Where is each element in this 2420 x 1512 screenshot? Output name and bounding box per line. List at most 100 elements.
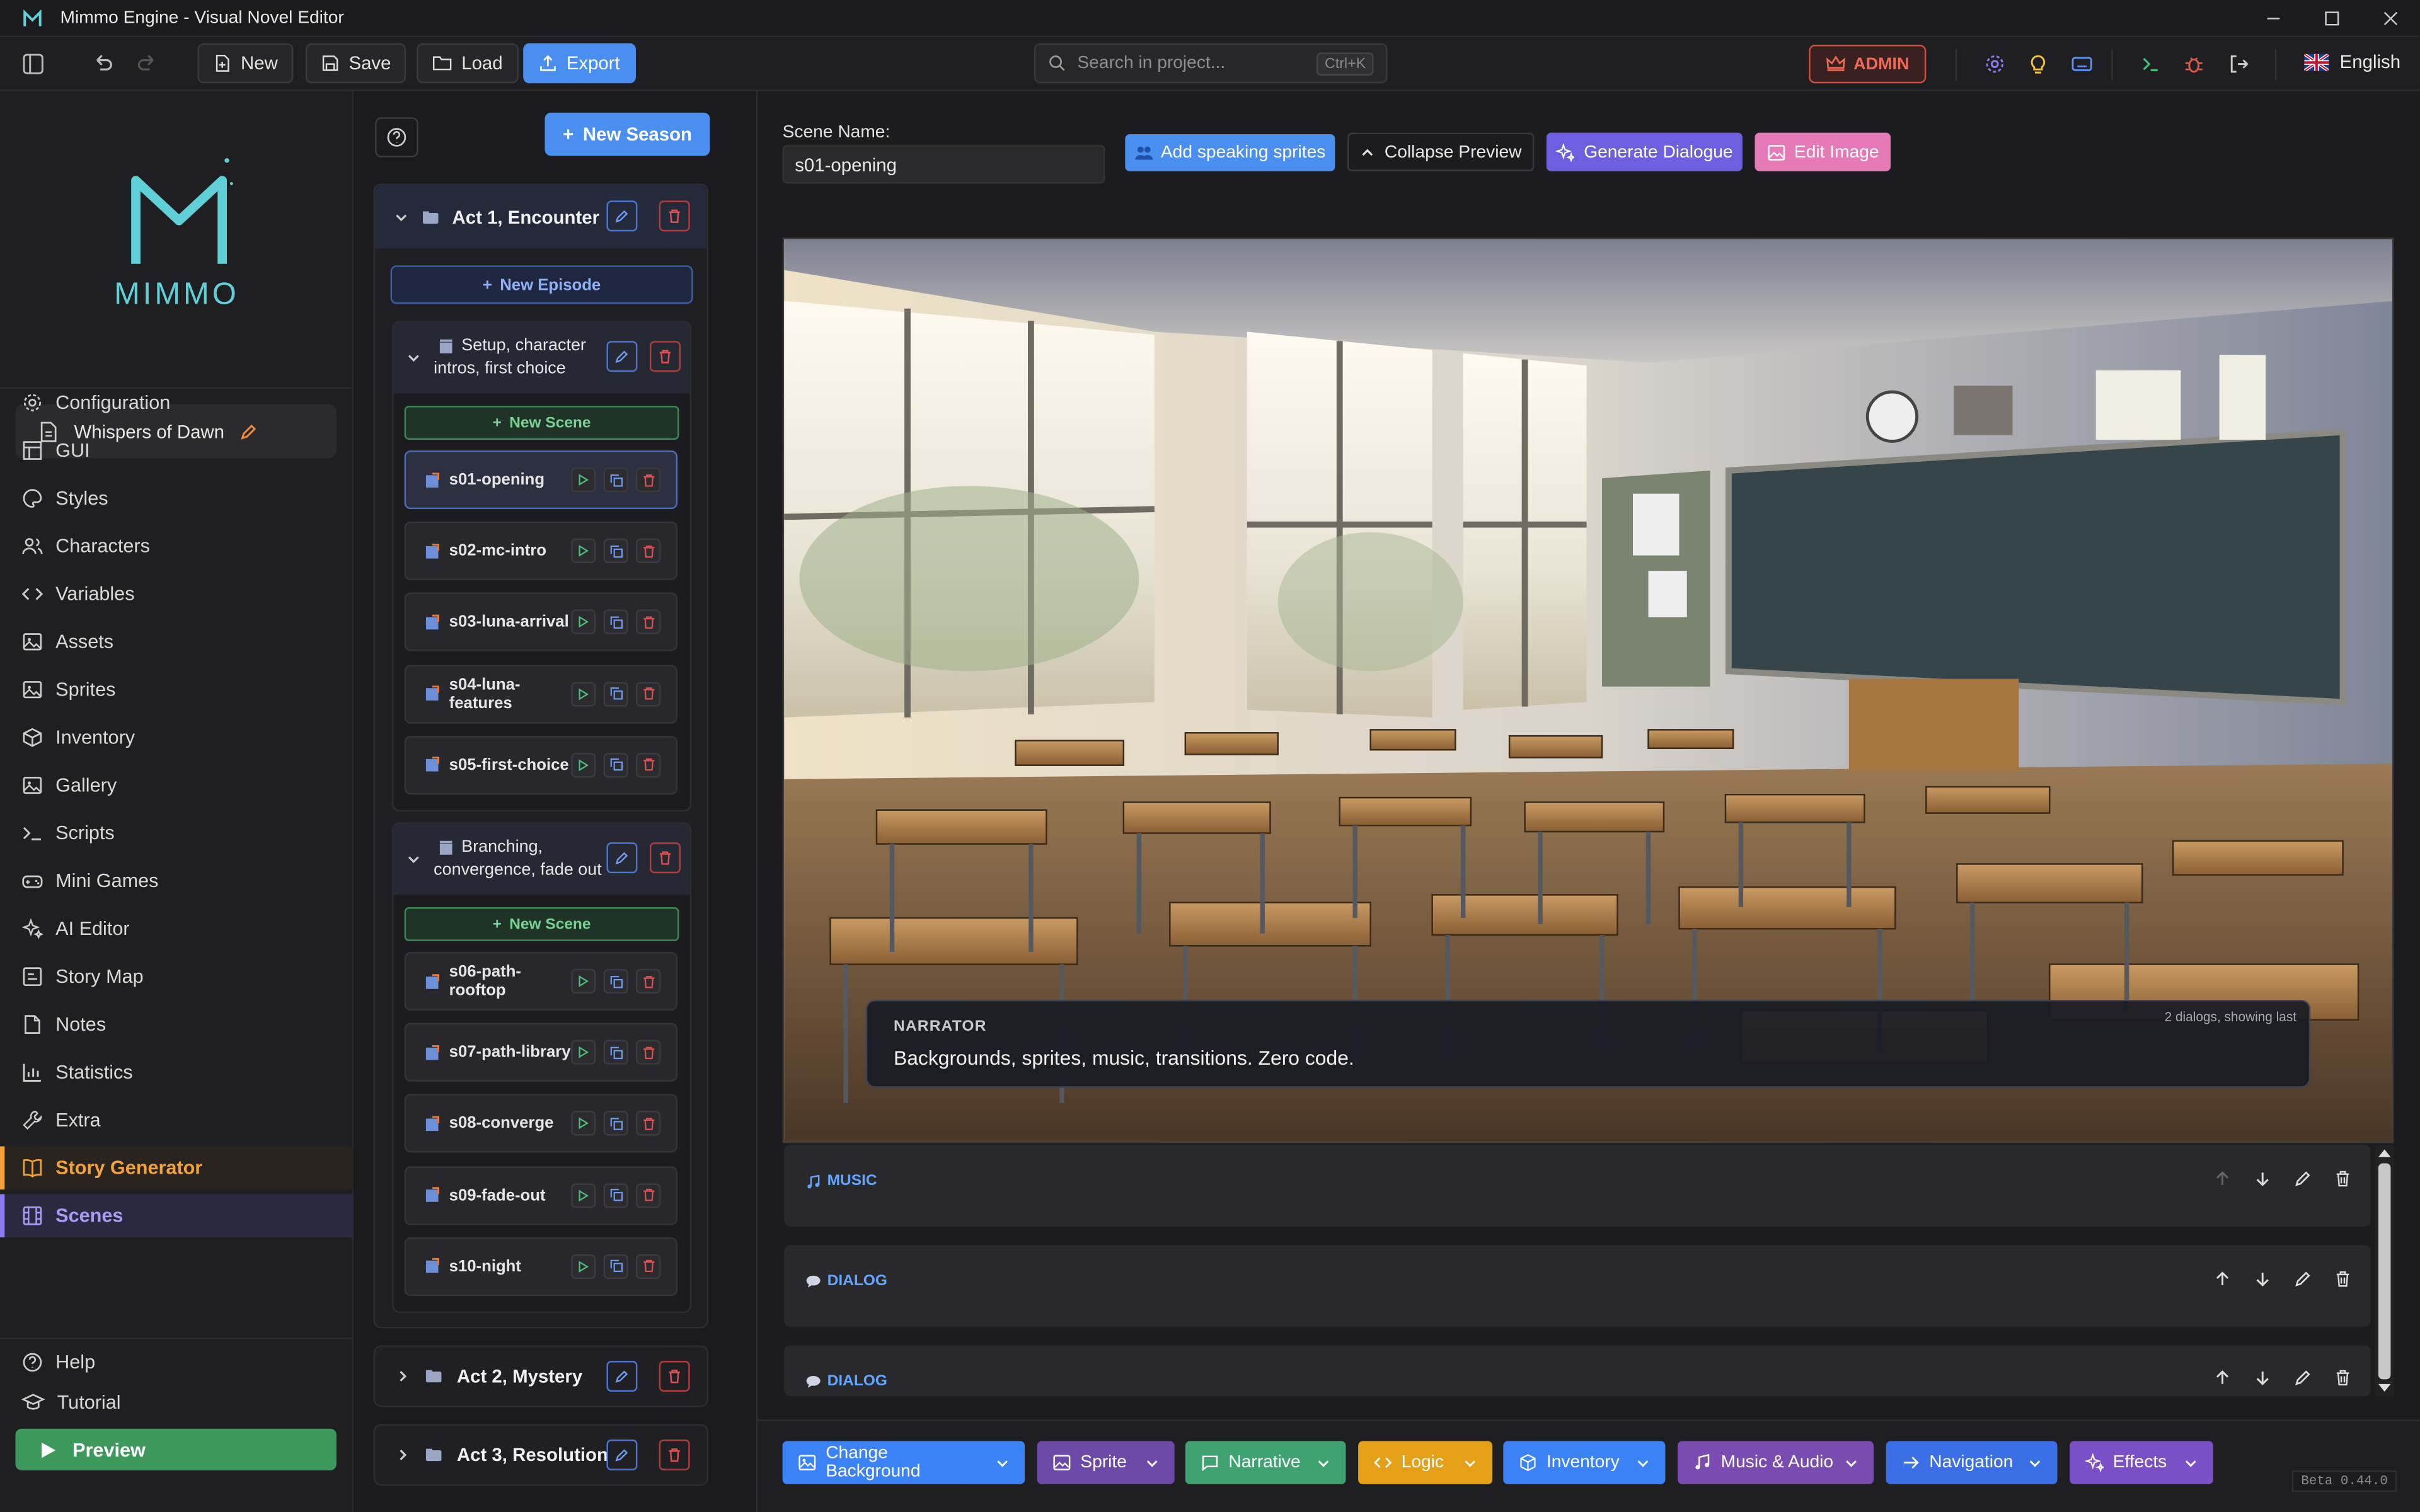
act-card-collapsed[interactable]: Act 2, Mystery [373, 1345, 709, 1407]
duplicate-scene-button[interactable] [603, 1183, 628, 1208]
narrative-menu-button[interactable]: Narrative [1185, 1441, 1346, 1484]
delete-scene-button[interactable] [635, 968, 661, 994]
trash-icon[interactable] [2334, 1270, 2352, 1288]
play-scene-button[interactable] [571, 681, 596, 706]
delete-episode-button[interactable] [650, 842, 681, 874]
delete-scene-button[interactable] [635, 1040, 661, 1065]
duplicate-scene-button[interactable] [603, 752, 628, 777]
navigation-menu-button[interactable]: Navigation [1886, 1441, 2058, 1484]
save-button[interactable]: Save [305, 43, 406, 84]
scene-item[interactable]: s05-first-choice [404, 735, 678, 794]
new-season-button[interactable]: + New Season [544, 112, 710, 156]
sidebar-item-story-map[interactable]: Story Map [0, 955, 354, 999]
play-scene-button[interactable] [571, 610, 596, 635]
scene-item[interactable]: s04-luna-features [404, 664, 678, 723]
export-button[interactable]: Export [523, 43, 636, 84]
delete-episode-button[interactable] [650, 341, 681, 372]
scene-item[interactable]: s02-mc-intro [404, 522, 678, 581]
minimize-icon[interactable] [2264, 9, 2283, 28]
lightbulb-icon[interactable] [2028, 54, 2048, 74]
sidebar-item-sprites[interactable]: Sprites [0, 668, 354, 711]
preview-button[interactable]: Preview [15, 1428, 337, 1470]
new-scene-button[interactable]: + New Scene [404, 907, 679, 941]
inventory-menu-button[interactable]: Inventory [1503, 1441, 1666, 1484]
delete-scene-button[interactable] [635, 681, 661, 706]
search-box[interactable]: Search in project... Ctrl+K [1034, 43, 1388, 84]
play-scene-button[interactable] [571, 1254, 596, 1279]
duplicate-scene-button[interactable] [603, 539, 628, 564]
sidebar-item-mini-games[interactable]: Mini Games [0, 859, 354, 903]
delete-scene-button[interactable] [635, 1183, 661, 1208]
sprite-menu-button[interactable]: Sprite [1037, 1441, 1175, 1484]
play-scene-button[interactable] [571, 539, 596, 564]
delete-act-button[interactable] [659, 1439, 690, 1470]
undo-icon[interactable] [91, 52, 114, 76]
episode-header[interactable]: Branching, convergence, fade out [393, 823, 690, 895]
delete-scene-button[interactable] [635, 610, 661, 635]
act-header[interactable]: Act 1, Encounter [375, 185, 707, 249]
edit-episode-button[interactable] [606, 341, 638, 372]
script-block[interactable]: DIALOG [784, 1345, 2371, 1397]
generate-dialogue-button[interactable]: Generate Dialogue [1546, 132, 1743, 171]
terminal-icon[interactable] [2141, 54, 2161, 74]
move-down-icon[interactable] [2254, 1368, 2272, 1387]
scene-item[interactable]: s09-fade-out [404, 1166, 678, 1225]
add-speaking-sprites-button[interactable]: Add speaking sprites [1125, 134, 1335, 171]
move-down-icon[interactable] [2254, 1270, 2272, 1288]
search-input[interactable]: Search in project... [1077, 54, 1306, 72]
edit-icon[interactable] [2293, 1169, 2312, 1188]
play-scene-button[interactable] [571, 467, 596, 493]
maximize-icon[interactable] [2323, 9, 2341, 28]
play-scene-button[interactable] [571, 1183, 596, 1208]
sidebar-item-statistics[interactable]: Statistics [0, 1051, 354, 1094]
sidebar-item-notes[interactable]: Notes [0, 1003, 354, 1046]
admin-badge[interactable]: ADMIN [1809, 45, 1927, 84]
language-selector[interactable]: English [2304, 51, 2400, 72]
sidebar-item-inventory[interactable]: Inventory [0, 716, 354, 759]
settings-icon[interactable] [1985, 54, 2005, 74]
play-scene-button[interactable] [571, 1040, 596, 1065]
play-scene-button[interactable] [571, 1111, 596, 1137]
scene-item[interactable]: s06-path-rooftop [404, 952, 678, 1011]
edit-image-button[interactable]: Edit Image [1754, 132, 1891, 171]
blocks-scrollbar[interactable] [2375, 1145, 2394, 1397]
scene-name-input[interactable]: s01-opening [782, 145, 1105, 184]
edit-act-button[interactable] [606, 200, 638, 232]
move-down-icon[interactable] [2254, 1169, 2272, 1188]
sidebar-item-gui[interactable]: GUI [0, 429, 354, 472]
scrollbar-thumb[interactable] [2378, 1163, 2391, 1380]
close-icon[interactable] [2382, 9, 2400, 28]
duplicate-scene-button[interactable] [603, 968, 628, 994]
delete-act-button[interactable] [659, 200, 690, 232]
edit-icon[interactable] [2293, 1270, 2312, 1288]
change-background-menu-button[interactable]: Change Background [782, 1441, 1025, 1484]
sidebar-item-tutorial[interactable]: Tutorial [0, 1381, 354, 1424]
move-up-icon[interactable] [2213, 1270, 2232, 1288]
sidebar-item-characters[interactable]: Characters [0, 525, 354, 568]
edit-episode-button[interactable] [606, 842, 638, 874]
sidebar-item-variables[interactable]: Variables [0, 573, 354, 616]
act-card-collapsed[interactable]: Act 3, Resolution [373, 1424, 709, 1486]
trash-icon[interactable] [2334, 1368, 2352, 1387]
script-block[interactable]: DIALOG [784, 1245, 2371, 1327]
sidebar-item-scripts[interactable]: Scripts [0, 811, 354, 855]
edit-icon[interactable] [2293, 1368, 2312, 1387]
sidebar-item-styles[interactable]: Styles [0, 477, 354, 520]
scroll-up-icon[interactable] [2378, 1148, 2391, 1157]
duplicate-scene-button[interactable] [603, 681, 628, 706]
scroll-down-icon[interactable] [2378, 1383, 2391, 1394]
scene-item[interactable]: s07-path-library [404, 1023, 678, 1082]
keyboard-icon[interactable] [2071, 54, 2093, 74]
chevron-right-icon[interactable] [395, 1447, 410, 1462]
sidebar-item-ai-editor[interactable]: AI Editor [0, 907, 354, 951]
sidebar-item-assets[interactable]: Assets [0, 620, 354, 663]
sidebar-item-story-generator[interactable]: Story Generator [0, 1146, 354, 1190]
new-button[interactable]: New [197, 43, 294, 84]
move-up-icon[interactable] [2213, 1368, 2232, 1387]
sidebar-item-help[interactable]: Help [0, 1341, 354, 1384]
scene-item[interactable]: s03-luna-arrival [404, 593, 678, 652]
duplicate-scene-button[interactable] [603, 1111, 628, 1137]
play-scene-button[interactable] [571, 752, 596, 777]
chevron-down-icon[interactable] [406, 350, 421, 365]
duplicate-scene-button[interactable] [603, 1254, 628, 1279]
